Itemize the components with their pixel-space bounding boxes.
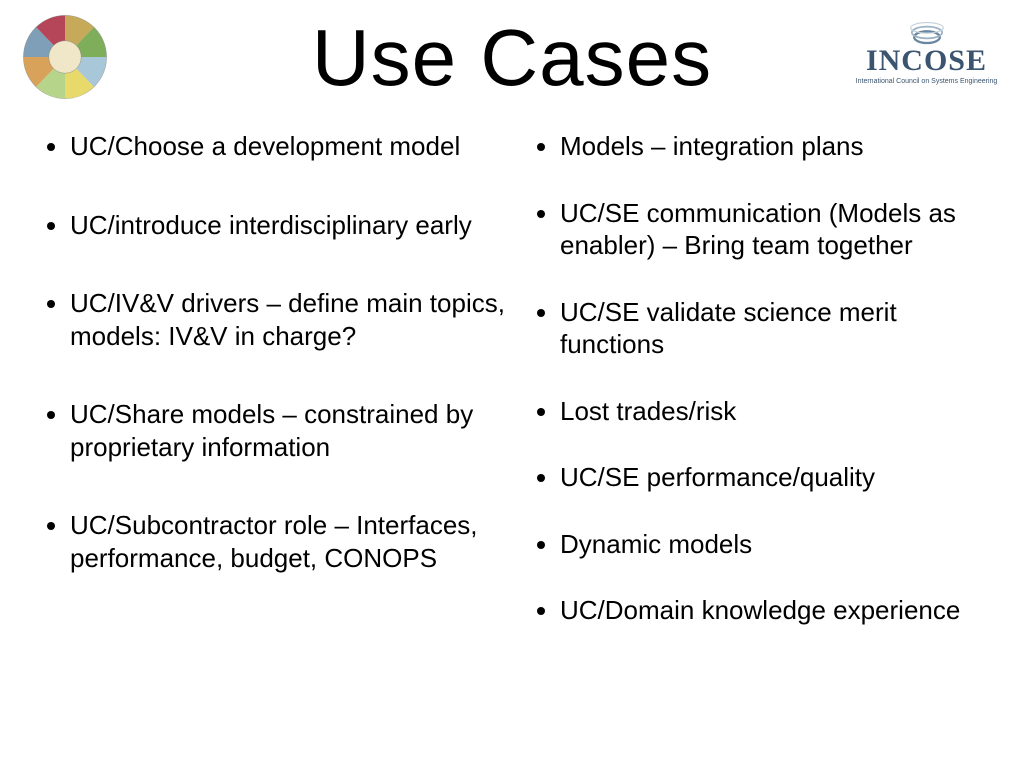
incose-wordmark: INCOSE [866,46,987,76]
left-column: UC/Choose a development model UC/introdu… [40,130,524,748]
right-column: Models – integration plans UC/SE communi… [524,130,1004,748]
list-item: Lost trades/risk [560,395,1004,428]
list-item: UC/IV&V drivers – define main topics, mo… [70,287,514,352]
incose-subtitle: International Council on Systems Enginee… [856,78,998,85]
incose-logo: INCOSE International Council on Systems … [839,15,1014,85]
list-item: UC/SE validate science merit functions [560,296,1004,361]
list-item: UC/SE communication (Models as enabler) … [560,197,1004,262]
slide: Use Cases INCOSE International Council o… [0,0,1024,768]
slide-content: UC/Choose a development model UC/introdu… [40,130,1004,748]
list-item: Dynamic models [560,528,1004,561]
list-item: UC/introduce interdisciplinary early [70,209,514,242]
list-item: UC/Subcontractor role – Interfaces, perf… [70,509,514,574]
list-item: UC/Choose a development model [70,130,514,163]
list-item: UC/Share models – constrained by proprie… [70,398,514,463]
page-title: Use Cases [312,12,712,104]
list-item: UC/Domain knowledge experience [560,594,1004,627]
list-item: UC/SE performance/quality [560,461,1004,494]
slide-header: Use Cases INCOSE International Council o… [0,0,1024,110]
wheel-logo [10,12,120,102]
list-item: Models – integration plans [560,130,1004,163]
